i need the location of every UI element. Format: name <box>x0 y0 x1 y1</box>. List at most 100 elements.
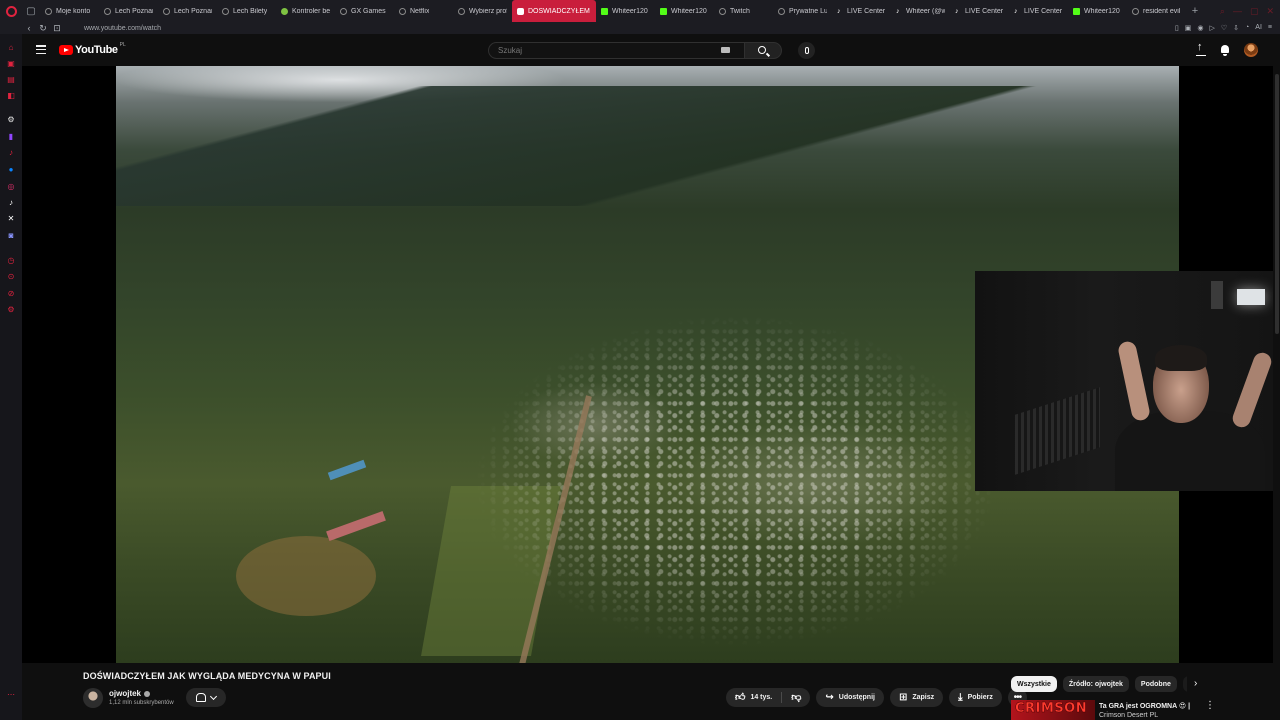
instagram-icon[interactable]: ◎ <box>6 181 16 191</box>
upload-icon[interactable] <box>1196 41 1206 56</box>
sidebar-more-icon[interactable]: ⋯ <box>6 689 16 699</box>
tab-label: Prywatne Lu <box>789 7 827 15</box>
browser-tab[interactable]: Lech Poznań <box>99 0 158 22</box>
opera-logo-icon[interactable] <box>0 0 22 22</box>
address-bar: ‹ ↻ ⊡ www.youtube.com/watch ▯ ▣ ◉ ▷ ♡ ⇩ … <box>0 22 1280 34</box>
browser-tab[interactable]: GX Games <box>335 0 394 22</box>
hot-tabs-icon[interactable]: ◧ <box>6 90 16 100</box>
tab-label: LIVE Center <box>965 7 1004 15</box>
close-icon[interactable]: ✕ <box>1266 6 1274 17</box>
recommendation-channel[interactable]: Crimson Desert PL <box>1099 712 1158 719</box>
twitch-icon[interactable]: ▮ <box>6 131 16 141</box>
browser-tab[interactable]: Whiteer120 <box>655 0 714 22</box>
reload-icon[interactable]: ↻ <box>36 23 50 34</box>
dislike-button[interactable]: 👎︎ <box>782 688 810 707</box>
opera-sidebar: ⌂ ▣ ▤ ◧ ⚙ ▮ ♪ ● ◎ ♪ ✕ ◙ ◷ ⊙ ⊘ ⚙ ⋯ <box>0 34 22 720</box>
browser-tab[interactable]: Whiteer120 <box>596 0 655 22</box>
tab-label: Moje konto <box>56 7 91 15</box>
channel-avatar[interactable] <box>83 688 103 708</box>
tiktok-icon[interactable]: ♪ <box>6 197 16 207</box>
filter-chip[interactable]: Źródło: ojwojtek <box>1062 676 1129 692</box>
discord-icon[interactable]: ◙ <box>6 230 16 240</box>
browser-tab[interactable]: Twitch <box>714 0 773 22</box>
browser-tab[interactable]: Netflix <box>394 0 453 22</box>
scrollbar-thumb[interactable] <box>1275 74 1279 334</box>
browser-tab[interactable]: Lech Poznań <box>158 0 217 22</box>
browser-tab[interactable]: ♪ LIVE Center <box>950 0 1009 22</box>
tab-label: Lech Poznań <box>115 7 153 15</box>
browser-tab[interactable]: Lech Bilety <box>217 0 276 22</box>
filter-chip[interactable]: Dla <box>1182 676 1187 692</box>
subscription-bell-button[interactable] <box>186 688 226 707</box>
site-info-icon[interactable]: ⊡ <box>50 23 64 34</box>
x-icon[interactable]: ✕ <box>6 213 16 223</box>
share-button[interactable]: ↪ Udostępnij <box>816 688 884 707</box>
search-input[interactable] <box>488 42 744 59</box>
filter-chip[interactable]: Podobne <box>1134 676 1177 692</box>
minimize-icon[interactable]: — <box>1233 6 1242 17</box>
messenger-icon[interactable]: ● <box>6 164 16 174</box>
history-icon[interactable]: ◷ <box>6 255 16 265</box>
like-button[interactable]: 👍︎ 14 tys. <box>726 688 781 707</box>
recommendation-title[interactable]: Ta GRA jest OGROMNA 😍 | <box>1099 702 1190 710</box>
chevron-right-icon[interactable]: › <box>1194 679 1202 689</box>
tab-label: Lech Bilety <box>233 7 268 15</box>
globe-icon <box>104 7 111 15</box>
account-avatar[interactable] <box>1244 43 1258 57</box>
save-button[interactable]: ⊞ Zapisz <box>889 688 944 707</box>
gx-corner-icon[interactable]: ▤ <box>6 74 16 84</box>
ai-icon[interactable]: AI <box>1255 24 1262 32</box>
profile-icon[interactable]: ◔ <box>1245 24 1249 32</box>
notifications-icon[interactable] <box>1220 44 1230 56</box>
maximize-icon[interactable]: ▢ <box>1250 6 1259 17</box>
settings-icon[interactable]: ⚙ <box>6 114 16 124</box>
browser-tab[interactable]: DOŚWIADCZYŁEM <box>512 0 596 22</box>
browser-tab[interactable]: ♪ Whiteer (@w <box>891 0 950 22</box>
browser-tab[interactable]: ♪ LIVE Center <box>832 0 891 22</box>
tab-menu-icon[interactable]: ▢ <box>22 0 40 22</box>
page-scrollbar[interactable] <box>1273 34 1280 720</box>
browser-tab[interactable]: Moje konto <box>40 0 99 22</box>
tiktok-icon: ♪ <box>896 7 900 15</box>
filter-chip[interactable]: Wszystkie <box>1011 676 1057 692</box>
play-icon[interactable]: ▷ <box>1210 24 1215 32</box>
gx-control-icon[interactable]: ▣ <box>6 58 16 68</box>
heart-icon[interactable]: ♡ <box>1221 24 1227 32</box>
extensions-icon[interactable]: ⊘ <box>6 288 16 298</box>
recommendation-menu-icon[interactable]: ⋮ <box>1205 701 1215 711</box>
chevron-down-icon <box>209 692 218 700</box>
webcam-overlay <box>975 271 1280 491</box>
tiktok-icon: ♪ <box>1014 7 1018 15</box>
channel-name-row[interactable]: ojwojtek <box>109 689 151 698</box>
download-icon[interactable]: ⇩ <box>1233 24 1239 32</box>
voice-search-button[interactable] <box>798 42 815 59</box>
webcam-person-hair <box>1155 345 1207 371</box>
browser-tab[interactable]: Prywatne Lu <box>773 0 832 22</box>
kick-icon <box>601 7 608 15</box>
url-field[interactable]: www.youtube.com/watch <box>84 25 161 32</box>
browser-tab[interactable]: Wybierz prof <box>453 0 512 22</box>
browser-tab[interactable]: Kontroler be <box>276 0 335 22</box>
sidebar-settings-icon[interactable]: ⚙ <box>6 304 16 314</box>
extension-icon[interactable]: ▣ <box>1185 24 1192 32</box>
home-icon[interactable]: ⌂ <box>6 42 16 52</box>
downloads-icon[interactable]: ⊙ <box>6 271 16 281</box>
globe-icon <box>222 7 229 15</box>
guide-menu-icon[interactable] <box>36 45 46 54</box>
search-button[interactable] <box>744 42 782 59</box>
browser-tab[interactable]: ♪ LIVE Center <box>1009 0 1068 22</box>
back-icon[interactable]: ‹ <box>22 23 36 33</box>
browser-tab[interactable]: resident evil <box>1127 0 1186 22</box>
youtube-logo[interactable]: YouTube PL <box>59 42 126 56</box>
shield-icon[interactable]: ◉ <box>1197 24 1203 32</box>
search-tabs-icon[interactable]: ⌕ <box>1220 6 1225 17</box>
player-icon[interactable]: ♪ <box>6 147 16 157</box>
bookmark-icon[interactable]: ▯ <box>1175 24 1179 32</box>
recommendation-thumbnail[interactable]: CRIMSON <box>1011 700 1095 720</box>
channel-name[interactable]: ojwojtek <box>109 689 141 698</box>
browser-tab[interactable]: Whiteer120 <box>1068 0 1127 22</box>
menu-icon[interactable]: ≡ <box>1268 24 1272 32</box>
keyboard-icon[interactable] <box>721 47 730 53</box>
download-button[interactable]: ⤓ Pobierz <box>949 688 1002 707</box>
new-tab-icon[interactable]: + <box>1186 5 1204 17</box>
